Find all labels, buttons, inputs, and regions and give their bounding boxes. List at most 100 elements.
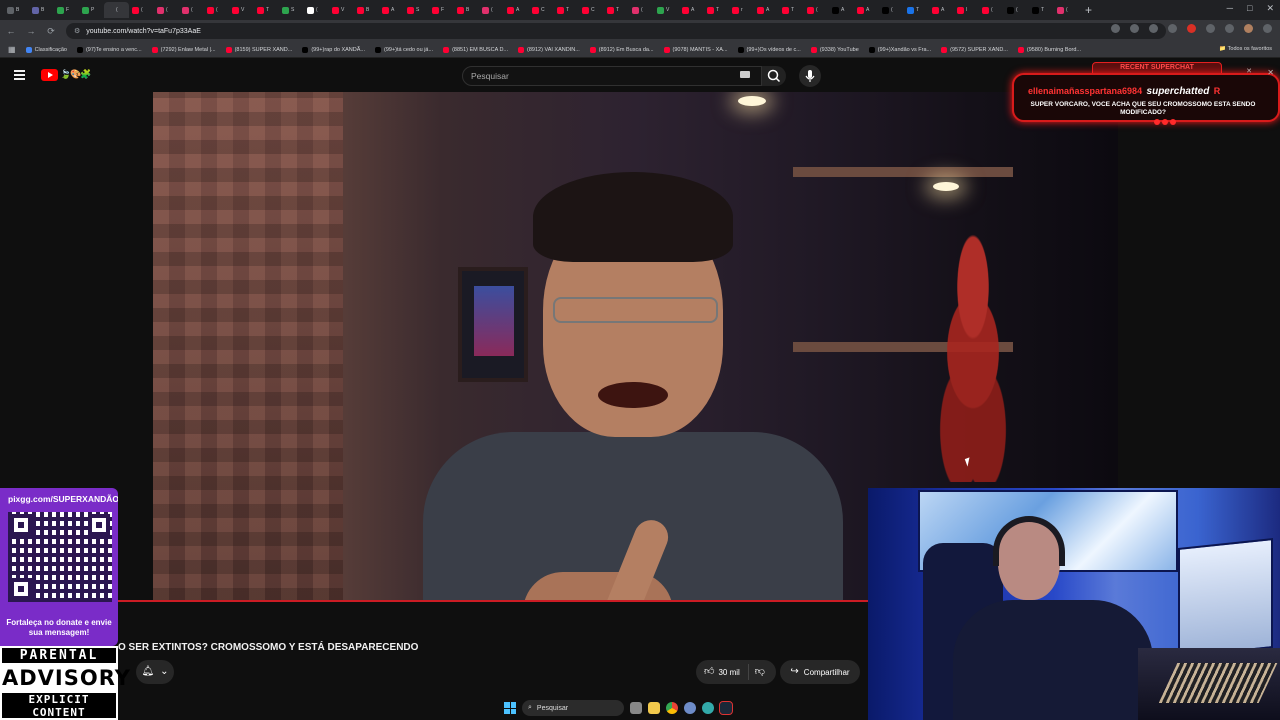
close-window-icon[interactable]: ✕ [1266, 3, 1274, 14]
bookmark-item[interactable]: (99+)rap do XANDÃ... [302, 46, 365, 53]
like-button[interactable]: 👍︎ 30 mil [696, 664, 749, 680]
browser-tab[interactable]: T [554, 2, 579, 18]
browser-tab[interactable]: ( [204, 2, 229, 18]
bookmark-item[interactable]: (99+)Os vídeos de c... [737, 46, 801, 53]
browser-tab[interactable]: F [429, 2, 454, 18]
bookmark-item[interactable]: (99+)tá cedo ou já... [375, 46, 433, 53]
browser-tab[interactable]: P [79, 2, 104, 18]
all-bookmarks-button[interactable]: 📁 Todos os favoritos [1219, 46, 1272, 52]
media-icon[interactable] [1225, 24, 1234, 33]
bookmark-item[interactable]: (8912) VAI XANDIN... [518, 46, 580, 53]
browser-tab[interactable]: C [529, 2, 554, 18]
bookmark-item[interactable]: (97)Te ensino a venc... [76, 46, 142, 53]
extension-icon[interactable] [1187, 24, 1196, 33]
bookmark-item[interactable]: (9572) SUPER XAND... [941, 46, 1008, 53]
notification-bell-button[interactable]: 🔔︎ ⌄ [136, 660, 174, 684]
overlay-close-icon[interactable]: ✕ [1246, 67, 1252, 75]
install-icon[interactable] [1111, 24, 1120, 33]
extensions-puzzle-icon[interactable] [1206, 24, 1215, 33]
browser-tab[interactable]: A [679, 2, 704, 18]
keyboard-icon[interactable] [740, 71, 750, 78]
profile-avatar[interactable] [1244, 24, 1253, 33]
overlay-close-icon[interactable]: ✕ [1267, 68, 1274, 77]
bookmark-item[interactable]: (8159) SUPER XAND... [225, 46, 292, 53]
bookmark-item[interactable]: (7292) Enlaw Metal |... [151, 46, 216, 53]
browser-tab[interactable]: T [779, 2, 804, 18]
bookmark-item[interactable]: (9078) MANTIS - XA... [663, 46, 728, 53]
zoom-icon[interactable] [1130, 24, 1139, 33]
browser-tab[interactable]: F [54, 2, 79, 18]
bookmark-star-icon[interactable] [1168, 24, 1177, 33]
browser-tab[interactable]: ( [154, 2, 179, 18]
menu-kebab-icon[interactable] [1263, 24, 1272, 33]
youtube-logo[interactable] [41, 69, 58, 81]
bookmark-item[interactable]: (99+)Xandão vs Fra... [868, 46, 931, 53]
bookmark-item[interactable]: (9338) YouTube [810, 46, 859, 53]
browser-tab[interactable]: r [729, 2, 754, 18]
share-page-icon[interactable] [1149, 24, 1158, 33]
search-button[interactable] [762, 66, 786, 86]
forward-icon[interactable]: → [26, 26, 36, 36]
search-input[interactable]: Pesquisar [462, 66, 762, 86]
browser-tab[interactable]: T [1029, 2, 1054, 18]
browser-tab[interactable]: I [954, 2, 979, 18]
share-button[interactable]: ↪ Compartilhar [780, 660, 860, 684]
bookmark-item[interactable]: Classificação [25, 46, 67, 53]
steam-icon[interactable] [719, 701, 733, 715]
browser-tab[interactable]: T [604, 2, 629, 18]
youtube-doodle[interactable]: 🍃🎨🧩 [60, 69, 92, 80]
browser-tab[interactable]: A [929, 2, 954, 18]
browser-tab[interactable]: B [4, 2, 29, 18]
file-explorer-icon[interactable] [648, 702, 660, 714]
back-icon[interactable]: ← [6, 26, 16, 36]
browser-tab[interactable]: A [379, 2, 404, 18]
browser-tab[interactable]: T [904, 2, 929, 18]
reload-icon[interactable]: ⟳ [46, 26, 56, 37]
browser-tab[interactable]: A [829, 2, 854, 18]
new-tab-button[interactable]: + [1085, 3, 1092, 17]
bookmark-item[interactable]: (9580) Burning Bord... [1017, 46, 1081, 53]
browser-tab[interactable]: B [454, 2, 479, 18]
app-icon[interactable] [702, 702, 714, 714]
hamburger-menu-icon[interactable] [14, 70, 25, 82]
browser-tab[interactable]: V [229, 2, 254, 18]
minimize-icon[interactable]: ─ [1227, 3, 1233, 14]
browser-tab[interactable]: V [329, 2, 354, 18]
browser-tab[interactable]: ( [129, 2, 154, 18]
browser-tab[interactable]: C [579, 2, 604, 18]
maximize-icon[interactable]: □ [1247, 3, 1252, 14]
task-view-icon[interactable] [630, 702, 642, 714]
browser-tab[interactable]: ( [479, 2, 504, 18]
browser-tab[interactable]: ( [804, 2, 829, 18]
browser-tab[interactable]: V [654, 2, 679, 18]
dislike-button[interactable]: 👎︎ [749, 667, 765, 677]
taskbar-search[interactable]: ⌕ Pesquisar [522, 700, 624, 716]
apps-grid-icon[interactable]: ▦ [8, 45, 16, 54]
browser-tab[interactable]: B [29, 2, 54, 18]
chrome-icon[interactable] [666, 702, 678, 714]
url-omnibox[interactable]: ⚙ youtube.com/watch?v=taFu7p33AaE [66, 23, 1166, 39]
windows-start-icon[interactable] [504, 702, 516, 714]
browser-tab[interactable]: T [254, 2, 279, 18]
bookmark-item[interactable]: (8912) Em Busca da... [589, 46, 654, 53]
settings-gear-icon[interactable] [684, 702, 696, 714]
browser-tab[interactable]: A [854, 2, 879, 18]
bookmark-item[interactable]: (8851) EM BUSCA D... [443, 46, 508, 53]
video-progress-line[interactable] [118, 600, 868, 602]
browser-tab[interactable]: ( [304, 2, 329, 18]
browser-tab[interactable]: ( [879, 2, 904, 18]
voice-search-button[interactable] [799, 65, 821, 87]
browser-tab[interactable]: ( [629, 2, 654, 18]
browser-tab[interactable]: A [504, 2, 529, 18]
browser-tab[interactable]: ( [1054, 2, 1079, 18]
browser-tab[interactable]: T [704, 2, 729, 18]
browser-tab[interactable]: S [404, 2, 429, 18]
site-info-icon[interactable]: ⚙ [74, 27, 80, 35]
browser-tab[interactable]: ( [979, 2, 1004, 18]
browser-tab[interactable]: ( [104, 2, 129, 18]
browser-tab[interactable]: B [354, 2, 379, 18]
browser-tab[interactable]: ( [1004, 2, 1029, 18]
browser-tab[interactable]: S [279, 2, 304, 18]
browser-tab[interactable]: ( [179, 2, 204, 18]
browser-tab[interactable]: A [754, 2, 779, 18]
